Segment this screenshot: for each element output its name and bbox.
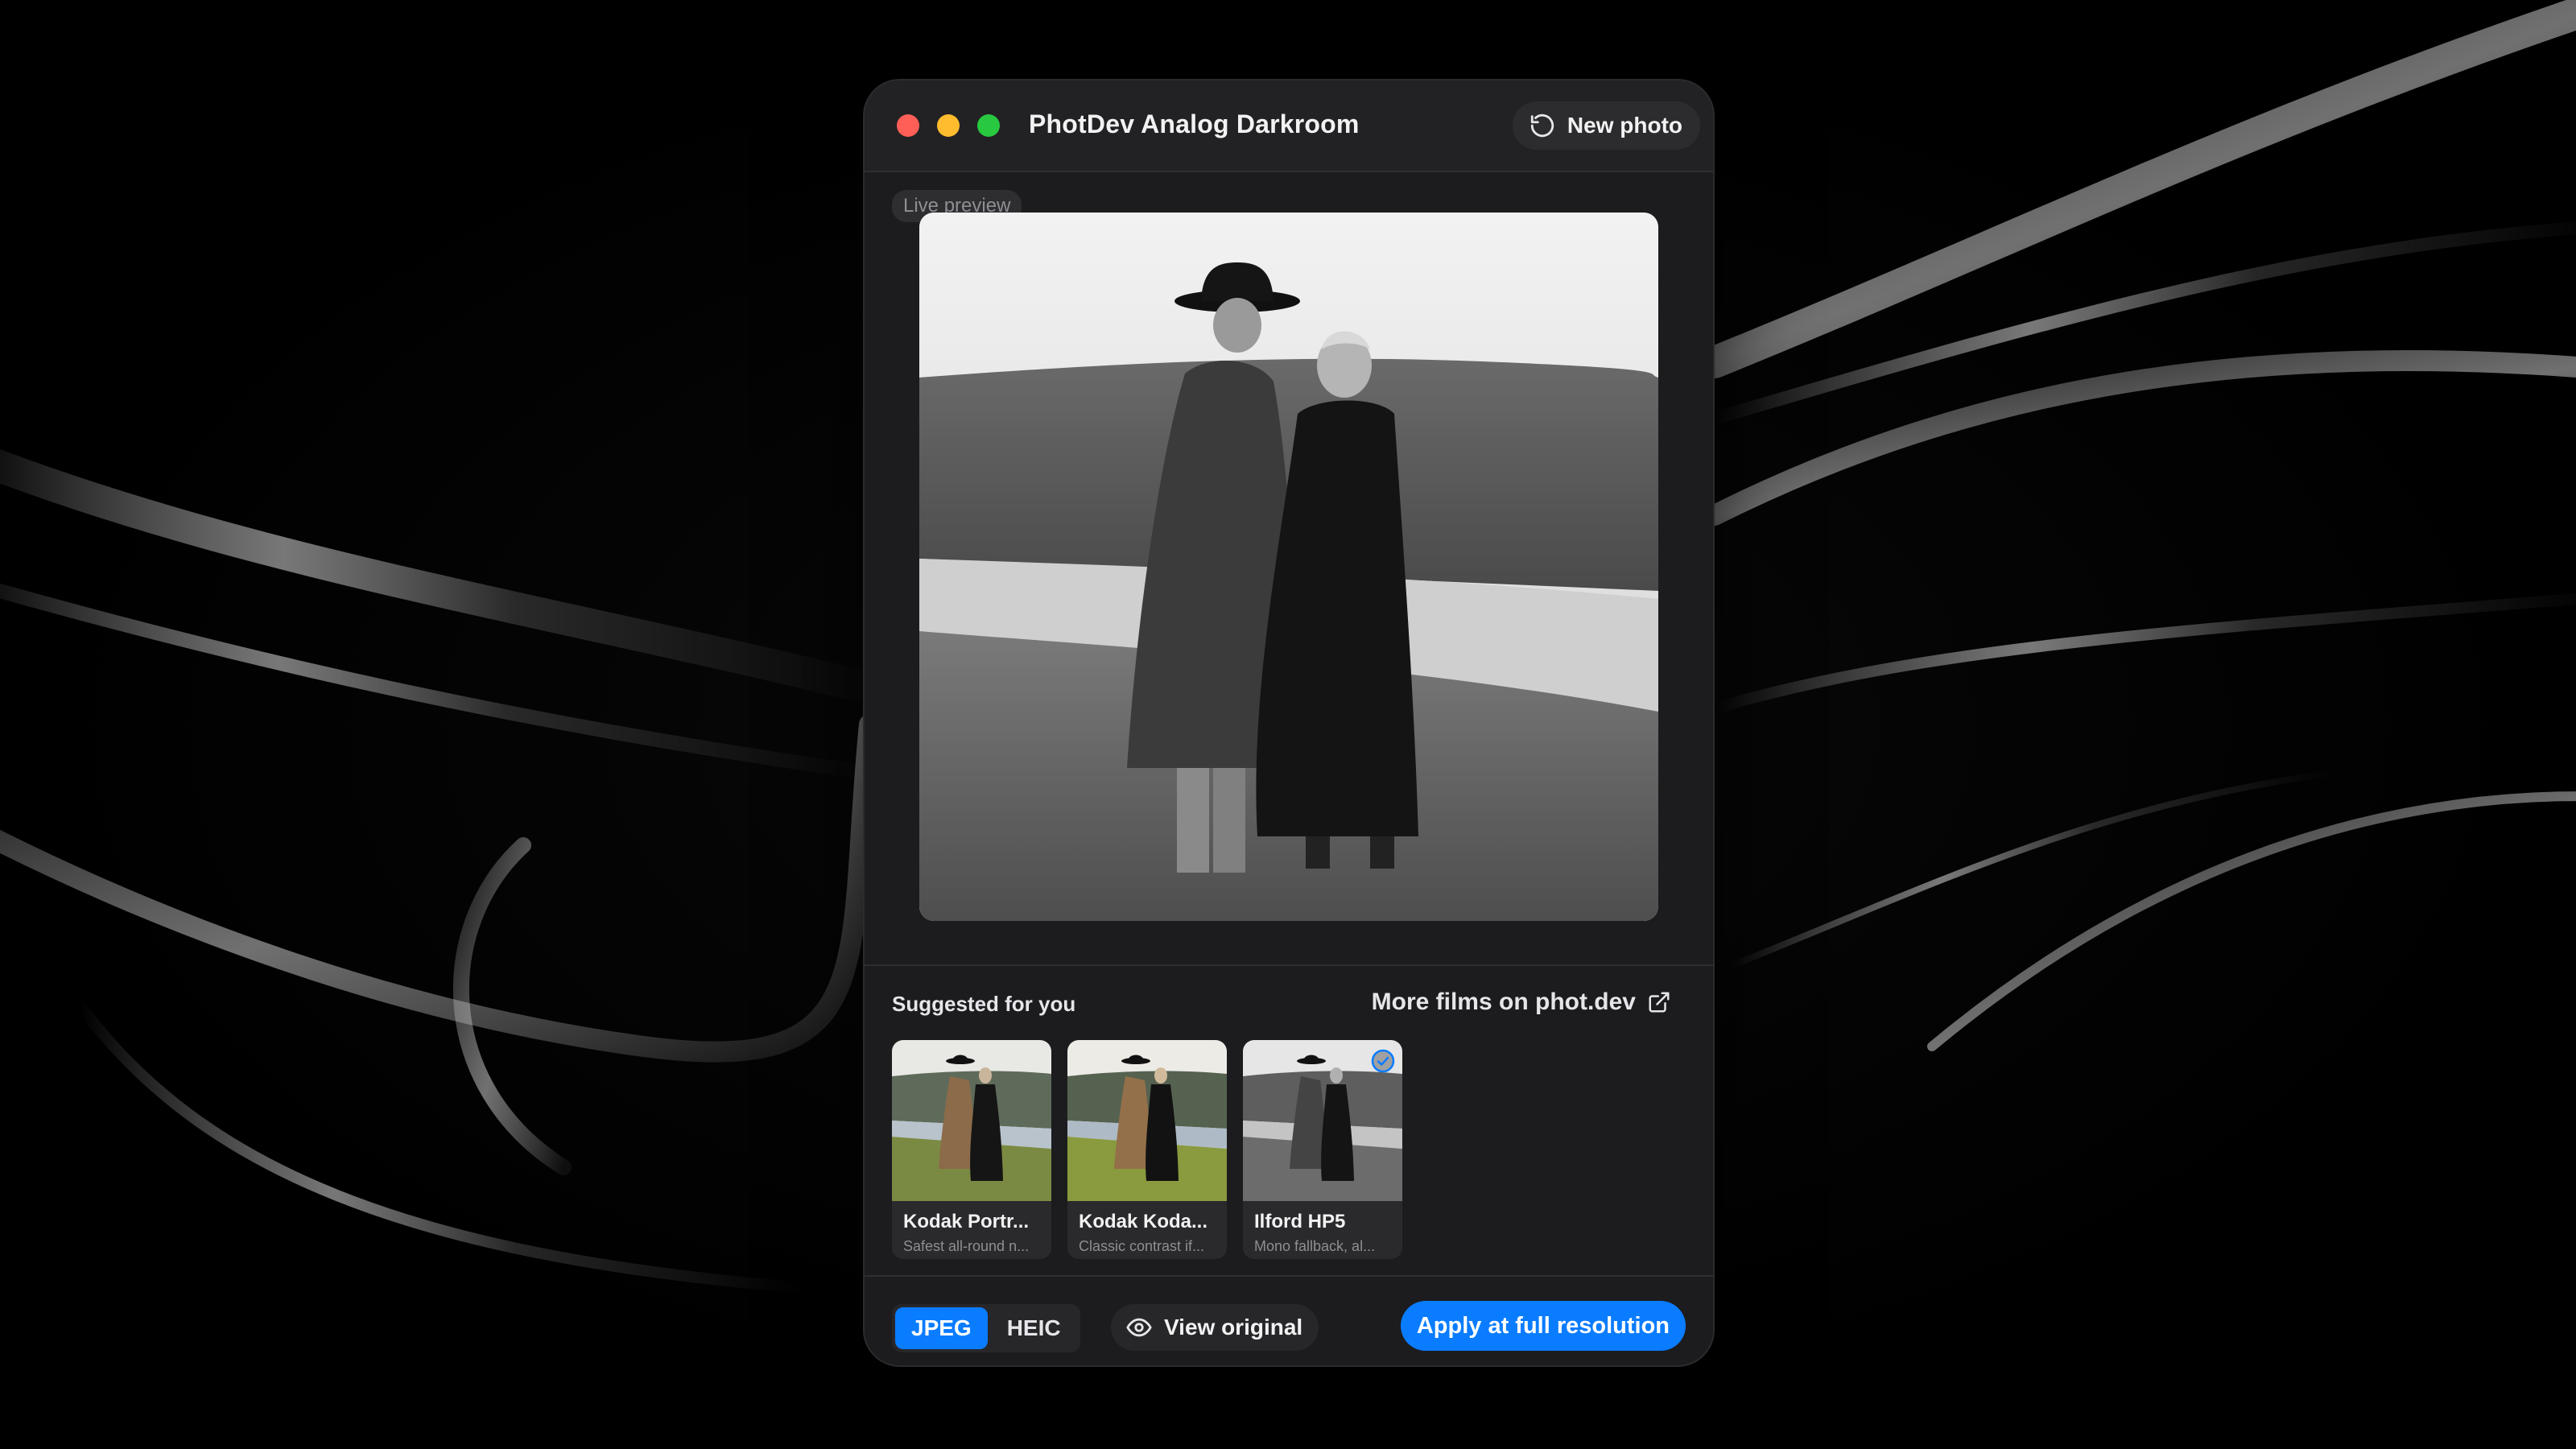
more-films-link[interactable]: More films on phot.dev (1372, 989, 1671, 1016)
refresh-icon (1530, 114, 1554, 138)
new-photo-label: New photo (1567, 113, 1682, 138)
film-description: Safest all-round n... (903, 1238, 1030, 1254)
minimize-window-button[interactable] (937, 114, 960, 137)
film-description: Classic contrast if... (1079, 1238, 1205, 1254)
new-photo-button[interactable]: New photo (1512, 101, 1700, 150)
film-description: Mono fallback, al... (1254, 1238, 1376, 1254)
window-title: PhotDev Analog Darkroom (1029, 109, 1360, 138)
preview-photo (919, 213, 1658, 921)
apply-full-resolution-button[interactable]: Apply at full resolution (1400, 1301, 1686, 1351)
film-card-selected[interactable]: Ilford HP5 Mono fallback, al... (1243, 1040, 1402, 1259)
section-divider (865, 964, 1713, 966)
film-card[interactable]: Kodak Koda... Classic contrast if... (1067, 1040, 1227, 1259)
view-original-label: View original (1164, 1315, 1303, 1340)
film-card[interactable]: Kodak Portr... Safest all-round n... (892, 1040, 1051, 1259)
film-thumbnail (1067, 1040, 1227, 1201)
eye-icon (1126, 1318, 1152, 1337)
close-window-button[interactable] (897, 114, 919, 137)
title-bar: PhotDev Analog Darkroom New photo (865, 80, 1713, 172)
suggested-label: Suggested for you (892, 992, 1076, 1016)
film-name: Ilford HP5 (1254, 1211, 1346, 1232)
zoom-window-button[interactable] (977, 114, 1000, 137)
format-toggle: JPEG HEIC (892, 1304, 1080, 1352)
app-window: PhotDev Analog Darkroom New photo Live p… (865, 80, 1713, 1365)
selected-check-icon (1371, 1049, 1395, 1073)
footer-bar: JPEG HEIC View original Apply at full re… (865, 1277, 1713, 1365)
film-name: Kodak Koda... (1079, 1211, 1208, 1232)
more-films-label: More films on phot.dev (1371, 989, 1636, 1015)
format-heic-button[interactable]: HEIC (991, 1307, 1077, 1349)
format-jpeg-button[interactable]: JPEG (895, 1307, 988, 1349)
external-link-icon (1649, 992, 1670, 1013)
view-original-button[interactable]: View original (1111, 1304, 1319, 1351)
film-suggestions: Kodak Portr... Safest all-round n... Kod… (892, 1040, 1402, 1259)
film-name: Kodak Portr... (903, 1211, 1030, 1232)
film-thumbnail (892, 1040, 1051, 1201)
